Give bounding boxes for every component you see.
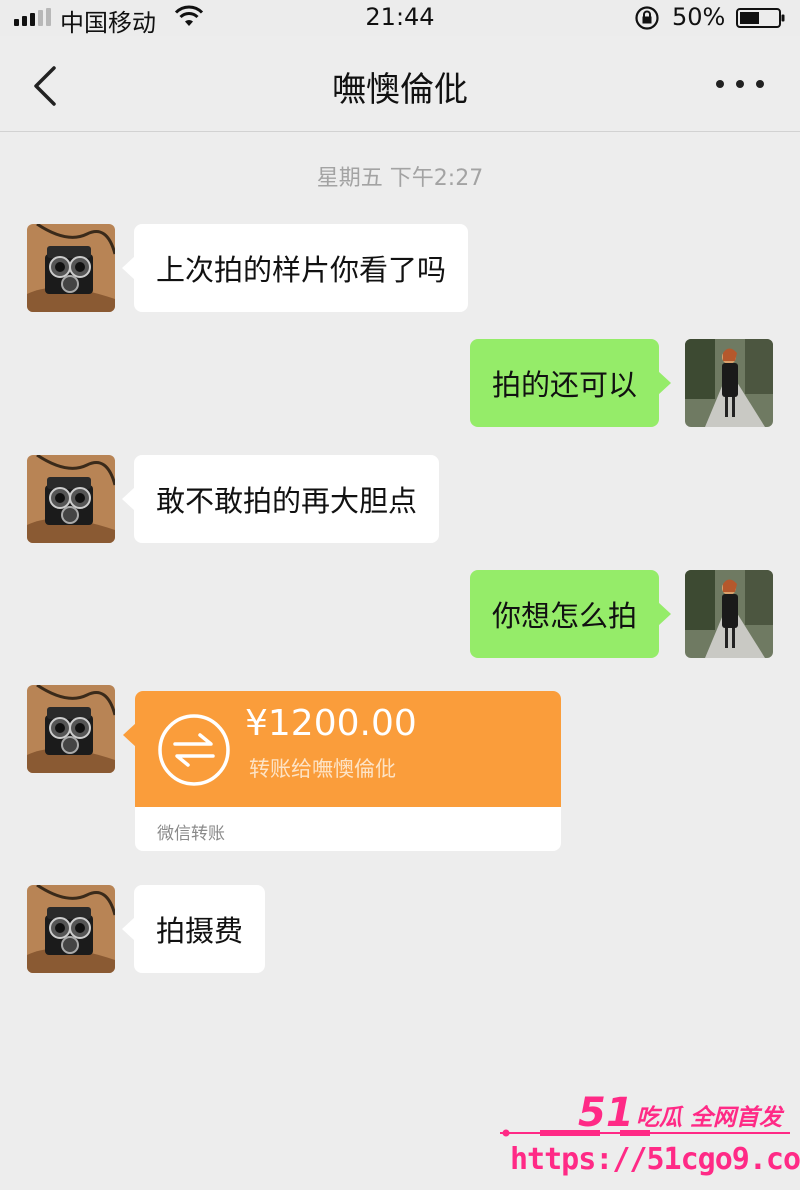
message-text: 拍的还可以 bbox=[491, 368, 637, 402]
camera-avatar-icon bbox=[27, 224, 115, 312]
transfer-card-header: ¥1200.00 转账给嘸懊倫仳 bbox=[135, 691, 561, 807]
transfer-footer: 微信转账 bbox=[157, 824, 225, 844]
chat-title: 嘸懊倫仳 bbox=[332, 70, 468, 110]
transfer-amount: ¥1200.00 bbox=[245, 703, 417, 744]
person-photo-avatar-icon bbox=[685, 339, 773, 427]
camera-avatar-icon bbox=[27, 455, 115, 543]
my-avatar[interactable] bbox=[685, 339, 773, 427]
my-avatar[interactable] bbox=[685, 570, 773, 658]
contact-avatar[interactable] bbox=[27, 885, 115, 973]
transfer-card[interactable]: ¥1200.00 转账给嘸懊倫仳 微信转账 bbox=[123, 691, 561, 851]
contact-avatar[interactable] bbox=[27, 455, 115, 543]
message-text: 拍摄费 bbox=[156, 914, 244, 948]
more-dot-icon bbox=[756, 80, 764, 88]
message-text: 敢不敢拍的再大胆点 bbox=[156, 484, 418, 518]
incoming-message[interactable]: 上次拍的样片你看了吗 bbox=[121, 224, 469, 312]
watermark-tagline: 吃瓜 全网首发 bbox=[636, 1105, 783, 1131]
camera-avatar-icon bbox=[27, 685, 115, 773]
person-photo-avatar-icon bbox=[685, 570, 773, 658]
message-text: 你想怎么拍 bbox=[491, 599, 637, 633]
incoming-message[interactable]: 敢不敢拍的再大胆点 bbox=[121, 455, 440, 543]
watermark-url: https://51cgo9.com bbox=[510, 1142, 800, 1177]
more-dot-icon bbox=[736, 80, 744, 88]
transfer-description: 转账给嘸懊倫仳 bbox=[249, 757, 396, 781]
contact-avatar[interactable] bbox=[27, 224, 115, 312]
battery-percentage: 50% bbox=[672, 3, 726, 31]
incoming-message[interactable]: 拍摄费 bbox=[121, 885, 266, 973]
outgoing-message[interactable]: 你想怎么拍 bbox=[469, 570, 672, 658]
outgoing-message[interactable]: 拍的还可以 bbox=[469, 339, 672, 427]
rotation-lock-icon bbox=[635, 6, 659, 30]
camera-avatar-icon bbox=[27, 885, 115, 973]
more-options-button[interactable] bbox=[716, 70, 764, 98]
chat-header: 嘸懊倫仳 bbox=[0, 36, 800, 132]
more-dot-icon bbox=[716, 80, 724, 88]
watermark-divider bbox=[500, 1129, 790, 1137]
chat-timestamp: 星期五 下午2:27 bbox=[316, 166, 484, 191]
contact-avatar[interactable] bbox=[27, 685, 115, 773]
battery-icon bbox=[736, 8, 785, 28]
status-bar: 中国移动 21:44 50% bbox=[0, 0, 800, 37]
message-text: 上次拍的样片你看了吗 bbox=[156, 253, 447, 287]
transfer-arrows-icon bbox=[158, 714, 230, 786]
